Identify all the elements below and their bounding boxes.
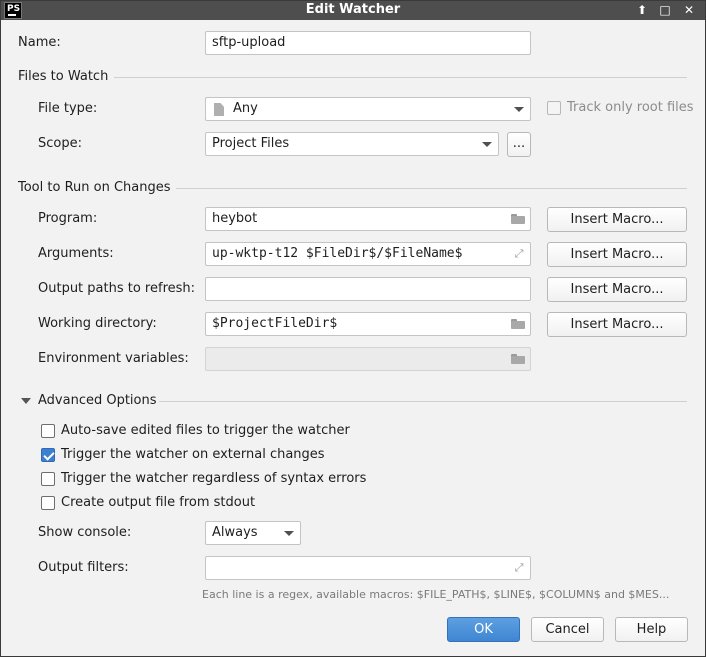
show-console-value: Always — [212, 525, 258, 540]
env-vars-label: Environment variables: — [38, 351, 189, 366]
ok-button[interactable]: OK — [447, 617, 520, 642]
output-filters-label: Output filters: — [38, 560, 129, 575]
expand-icon[interactable]: ⤢ — [513, 562, 525, 574]
chevron-down-icon — [514, 107, 524, 112]
scope-browse-button[interactable]: ... — [507, 132, 531, 157]
output-paths-label: Output paths to refresh: — [38, 281, 196, 296]
close-icon[interactable]: ✕ — [679, 2, 699, 19]
track-only-root-checkbox[interactable] — [547, 101, 561, 115]
arguments-value: up-wktp-t12 $FileDir$/$FileName$ — [212, 246, 463, 261]
help-button[interactable]: Help — [615, 617, 688, 642]
files-to-watch-separator — [114, 77, 687, 78]
arguments-label: Arguments: — [38, 246, 114, 261]
name-field[interactable]: sftp-upload — [205, 31, 531, 55]
maximize-icon[interactable]: □ — [655, 2, 675, 19]
folder-icon[interactable] — [511, 214, 525, 224]
arguments-field[interactable]: up-wktp-t12 $FileDir$/$FileName$ ⤢ — [205, 242, 531, 266]
file-icon — [214, 103, 224, 116]
external-changes-checkbox[interactable] — [41, 448, 55, 462]
auto-save-label: Auto-save edited files to trigger the wa… — [61, 423, 350, 438]
output-paths-insert-macro-button[interactable]: Insert Macro... — [547, 277, 687, 302]
advanced-options-separator — [159, 401, 687, 402]
output-filters-hint: Each line is a regex, available macros: … — [202, 588, 670, 601]
edit-watcher-dialog: PS Edit Watcher ⬆ □ ✕ Name: sftp-upload … — [0, 0, 706, 657]
keep-above-icon[interactable]: ⬆ — [632, 2, 652, 19]
dialog-content: Name: sftp-upload Files to Watch File ty… — [2, 20, 704, 656]
working-dir-field[interactable]: $ProjectFileDir$ — [205, 312, 531, 336]
window-title: Edit Watcher — [305, 2, 401, 17]
file-type-label: File type: — [38, 101, 98, 116]
scope-label: Scope: — [38, 136, 82, 151]
name-label: Name: — [18, 35, 61, 50]
show-console-label: Show console: — [38, 525, 132, 540]
folder-icon — [511, 354, 525, 364]
show-console-combo[interactable]: Always — [205, 521, 301, 545]
working-dir-label: Working directory: — [38, 316, 157, 331]
files-to-watch-title: Files to Watch — [18, 69, 109, 84]
working-dir-value: $ProjectFileDir$ — [212, 316, 338, 331]
program-value: heybot — [212, 211, 258, 226]
arguments-insert-macro-button[interactable]: Insert Macro... — [547, 242, 687, 267]
program-insert-macro-button[interactable]: Insert Macro... — [547, 207, 687, 232]
output-paths-field[interactable] — [205, 277, 531, 301]
auto-save-checkbox[interactable] — [41, 424, 55, 438]
folder-icon[interactable] — [511, 319, 525, 329]
expand-icon[interactable]: ⤢ — [513, 248, 525, 260]
env-vars-field — [205, 347, 531, 371]
chevron-down-icon — [284, 531, 294, 536]
output-stdout-label: Create output file from stdout — [61, 495, 256, 510]
program-field[interactable]: heybot — [205, 207, 531, 231]
external-changes-label: Trigger the watcher on external changes — [61, 447, 325, 462]
tool-section-separator — [176, 188, 687, 189]
chevron-down-icon — [482, 142, 492, 147]
collapse-triangle-icon[interactable] — [21, 398, 31, 404]
scope-value: Project Files — [212, 136, 290, 151]
program-label: Program: — [38, 211, 98, 226]
tool-section-title: Tool to Run on Changes — [18, 180, 171, 195]
cancel-button[interactable]: Cancel — [531, 617, 604, 642]
scope-combo[interactable]: Project Files — [205, 132, 499, 156]
advanced-options-title[interactable]: Advanced Options — [38, 393, 157, 408]
track-only-root-label: Track only root files — [567, 100, 694, 115]
output-filters-field[interactable]: ⤢ — [205, 556, 531, 580]
file-type-value: Any — [233, 101, 258, 116]
working-dir-insert-macro-button[interactable]: Insert Macro... — [547, 312, 687, 337]
syntax-errors-checkbox[interactable] — [41, 472, 55, 486]
file-type-combo[interactable]: Any — [205, 97, 531, 121]
output-stdout-checkbox[interactable] — [41, 496, 55, 510]
syntax-errors-label: Trigger the watcher regardless of syntax… — [61, 471, 367, 486]
title-bar[interactable]: PS Edit Watcher ⬆ □ ✕ — [1, 1, 705, 20]
